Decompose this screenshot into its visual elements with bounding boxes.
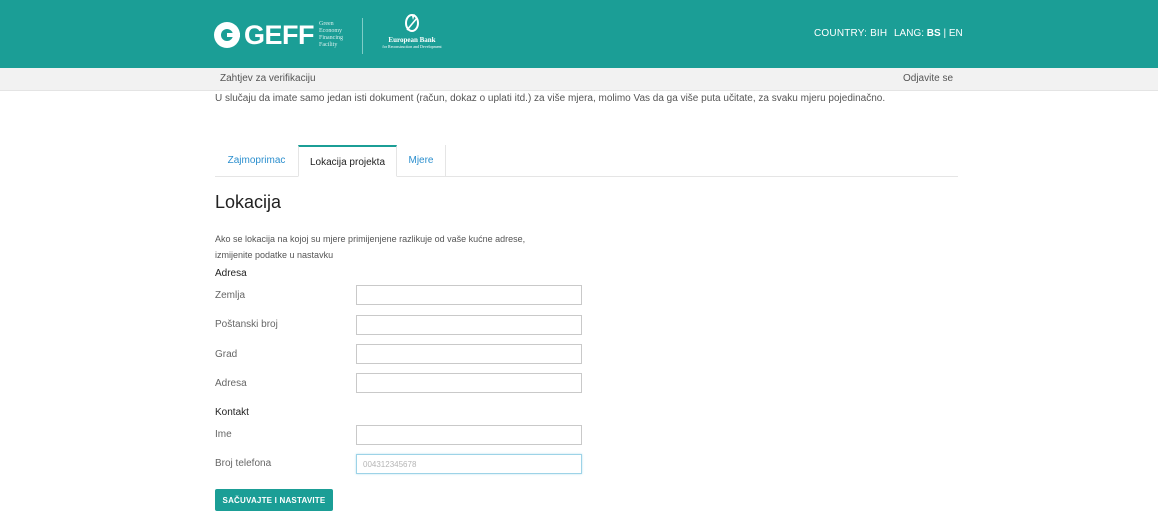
logout-link[interactable]: Odjavite se — [903, 73, 953, 84]
country-input[interactable] — [356, 285, 582, 305]
address-label: Adresa — [215, 378, 247, 389]
name-input[interactable] — [356, 425, 582, 445]
lang-prefix: LANG: — [894, 28, 925, 39]
sub-nav-bar: Zahtjev za verifikaciju Odjavite se — [0, 68, 1158, 91]
ebrd-subtitle: for Reconstruction and Development — [382, 44, 442, 49]
lang-option-en[interactable]: EN — [949, 28, 963, 39]
contact-group-label: Kontakt — [215, 407, 249, 418]
tab-lokacija-projekta[interactable]: Lokacija projekta — [298, 145, 397, 177]
lang-separator: | — [943, 28, 947, 39]
geff-logo[interactable]: GEFF Green Economy Financing Facility — [214, 20, 343, 50]
tab-zajmoprimac[interactable]: Zajmoprimac — [215, 145, 298, 176]
postal-code-input[interactable] — [356, 315, 582, 335]
city-label: Grad — [215, 349, 238, 360]
tab-bar: Zajmoprimac Lokacija projekta Mjere — [215, 145, 958, 177]
address-input[interactable] — [356, 373, 582, 393]
top-bar: GEFF Green Economy Financing Facility Eu… — [0, 0, 1158, 68]
ebrd-logo[interactable]: European Bank for Reconstruction and Dev… — [372, 14, 452, 58]
geff-logo-wordmark: GEFF — [244, 19, 315, 50]
tab-mjere[interactable]: Mjere — [397, 145, 446, 176]
phone-input[interactable] — [356, 454, 582, 474]
section-description: Ako se lokacija na kojoj su mjere primij… — [215, 234, 526, 260]
ebrd-name: European Bank — [388, 36, 436, 44]
geff-logo-tagline: Green Economy Financing Facility — [319, 21, 343, 48]
save-and-continue-button[interactable]: SAČUVAJTE I NASTAVITE — [215, 489, 333, 511]
logo-divider — [362, 18, 363, 54]
country-label: Zemlja — [215, 290, 246, 301]
verification-request-link[interactable]: Zahtjev za verifikaciju — [220, 73, 316, 84]
country-selector[interactable]: COUNTRY: BIH — [814, 28, 887, 39]
postal-code-label: Poštanski broj — [215, 319, 278, 330]
phone-label: Broj telefona — [215, 458, 272, 469]
ebrd-emblem-icon — [405, 14, 419, 32]
language-switcher: LANG: BS | EN — [894, 28, 963, 39]
name-label: Ime — [215, 429, 232, 440]
city-input[interactable] — [356, 344, 582, 364]
notice-text: U slučaju da imate samo jedan isti dokum… — [215, 93, 886, 104]
section-title: Lokacija — [215, 192, 282, 212]
lang-option-bs[interactable]: BS — [927, 28, 941, 39]
address-group-label: Adresa — [215, 268, 247, 279]
geff-logo-icon — [214, 22, 240, 48]
